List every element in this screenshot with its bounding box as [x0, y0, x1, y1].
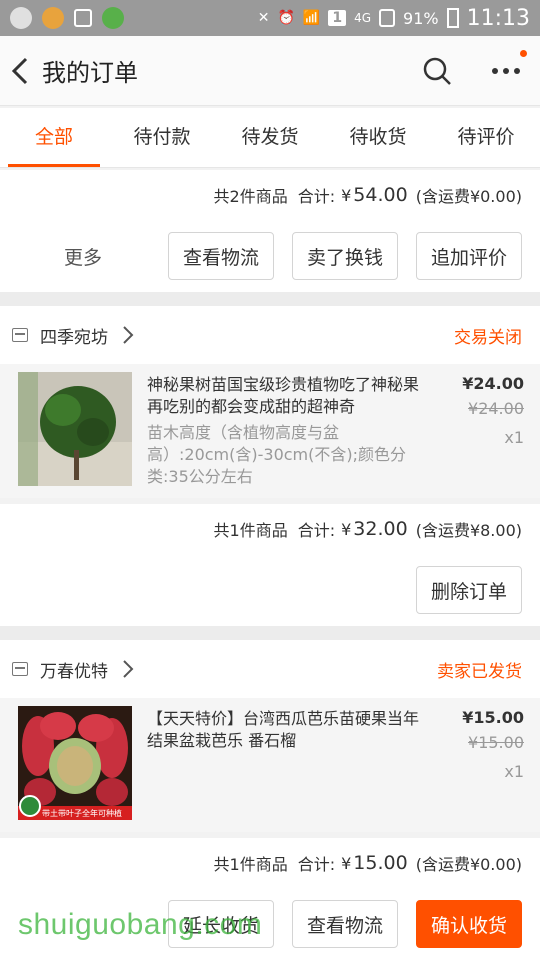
shop-icon — [12, 662, 28, 676]
product-image: 带土带叶子全年可种植 — [18, 706, 132, 820]
order-status: 交易关闭 — [454, 327, 522, 348]
alarm-icon: ⏰ — [277, 10, 295, 26]
product-sku: 苗木高度（含植物高度与盆高）:20cm(含)-30cm(不含);颜色分类:35公… — [147, 423, 407, 486]
item-count: 共1件商品 — [213, 855, 288, 874]
sim-badge: 1 — [328, 10, 347, 26]
total-currency: ¥ — [341, 519, 352, 539]
download-icon — [74, 9, 92, 27]
order-status: 卖家已发货 — [437, 661, 522, 682]
total-currency: ¥ — [341, 185, 352, 205]
shipping-fee: (含运费¥0.00) — [415, 187, 522, 206]
resell-button[interactable]: 卖了换钱 — [292, 232, 398, 280]
clock: 11:13 — [466, 5, 530, 31]
order-item[interactable]: 带土带叶子全年可种植 【天天特价】台湾西瓜芭乐苗硬果当年结果盆栽芭乐 番石榴 ¥… — [0, 698, 540, 832]
product-title: 【天天特价】台湾西瓜芭乐苗硬果当年结果盆栽芭乐 番石榴 — [147, 709, 420, 750]
nav-bar: 我的订单 — [0, 36, 540, 106]
shop-name: 万春优特 — [40, 661, 108, 682]
order-item[interactable]: 神秘果树苗国宝级珍贵植物吃了神秘果再吃别的都会变成甜的超神奇 苗木高度（含植物高… — [0, 364, 540, 498]
view-logistics-button[interactable]: 查看物流 — [292, 900, 398, 948]
chevron-right-icon — [123, 660, 134, 678]
order-summary: 共1件商品 合计: ¥ 15.00 (含运费¥0.00) — [0, 838, 540, 888]
shop-header[interactable]: 万春优特 卖家已发货 — [0, 640, 540, 698]
app-icon — [42, 7, 64, 29]
back-button[interactable] — [0, 36, 40, 106]
battery-icon — [446, 8, 459, 28]
total-amount: 54.00 — [353, 184, 408, 206]
order-summary: 共2件商品 合计: ¥ 54.00 (含运费¥0.00) — [0, 170, 540, 220]
chevron-right-icon — [123, 326, 134, 344]
network-label: 4G — [354, 11, 372, 25]
mute-icon: ✕ — [257, 10, 270, 26]
tab-pending-shipment[interactable]: 待发货 — [216, 108, 324, 167]
wifi-icon: 📶 — [302, 10, 321, 26]
tab-pending-review[interactable]: 待评价 — [432, 108, 540, 167]
total-label: 合计: — [297, 855, 336, 874]
search-icon[interactable] — [422, 56, 452, 86]
item-count: 共1件商品 — [213, 521, 288, 540]
total-amount: 15.00 — [353, 852, 408, 874]
shop-header[interactable]: 四季宛坊 交易关闭 — [0, 306, 540, 364]
total-currency: ¥ — [341, 853, 352, 873]
battery-percent: 91% — [403, 8, 439, 28]
total-amount: 32.00 — [353, 518, 408, 540]
confirm-receipt-button[interactable]: 确认收货 — [416, 900, 522, 948]
divider — [0, 626, 540, 640]
extend-receipt-button[interactable]: 延长收货 — [168, 900, 274, 948]
order-tabs: 全部 待付款 待发货 待收货 待评价 — [0, 108, 540, 168]
total-label: 合计: — [297, 187, 336, 206]
original-price: ¥15.00 — [468, 733, 524, 752]
image-caption: 带土带叶子全年可种植 — [42, 809, 122, 818]
order-actions: 延长收货 查看物流 确认收货 — [0, 888, 540, 960]
add-review-button[interactable]: 追加评价 — [416, 232, 522, 280]
product-quantity: x1 — [504, 762, 524, 781]
tab-pending-payment[interactable]: 待付款 — [108, 108, 216, 167]
shop-icon — [12, 328, 28, 342]
product-price: ¥15.00 — [462, 708, 524, 727]
order-summary: 共1件商品 合计: ¥ 32.00 (含运费¥8.00) — [0, 504, 540, 554]
product-image — [18, 372, 132, 486]
tab-pending-receipt[interactable]: 待收货 — [324, 108, 432, 167]
tab-all[interactable]: 全部 — [0, 108, 108, 167]
notification-dot — [520, 50, 527, 57]
nfc-icon — [379, 9, 396, 27]
order-actions: 删除订单 — [0, 554, 540, 626]
view-logistics-button[interactable]: 查看物流 — [168, 232, 274, 280]
shipping-fee: (含运费¥0.00) — [415, 855, 522, 874]
more-dots-icon[interactable] — [488, 58, 524, 84]
product-price: ¥24.00 — [462, 374, 524, 393]
status-bar: ✕ ⏰ 📶 1 4G 91% 11:13 — [0, 0, 540, 36]
total-label: 合计: — [297, 521, 336, 540]
divider — [0, 292, 540, 306]
message-icon — [10, 7, 32, 29]
app-icon-2 — [102, 7, 124, 29]
product-quantity: x1 — [504, 428, 524, 447]
order-actions: 更多 查看物流 卖了换钱 追加评价 — [0, 220, 540, 292]
delete-order-button[interactable]: 删除订单 — [416, 566, 522, 614]
shipping-fee: (含运费¥8.00) — [415, 521, 522, 540]
item-count: 共2件商品 — [213, 187, 288, 206]
back-chevron-icon — [11, 57, 28, 84]
shop-name: 四季宛坊 — [40, 327, 108, 348]
page-title: 我的订单 — [42, 59, 138, 87]
product-title: 神秘果树苗国宝级珍贵植物吃了神秘果再吃别的都会变成甜的超神奇 — [147, 375, 420, 416]
more-actions-link[interactable]: 更多 — [64, 243, 102, 270]
original-price: ¥24.00 — [468, 399, 524, 418]
